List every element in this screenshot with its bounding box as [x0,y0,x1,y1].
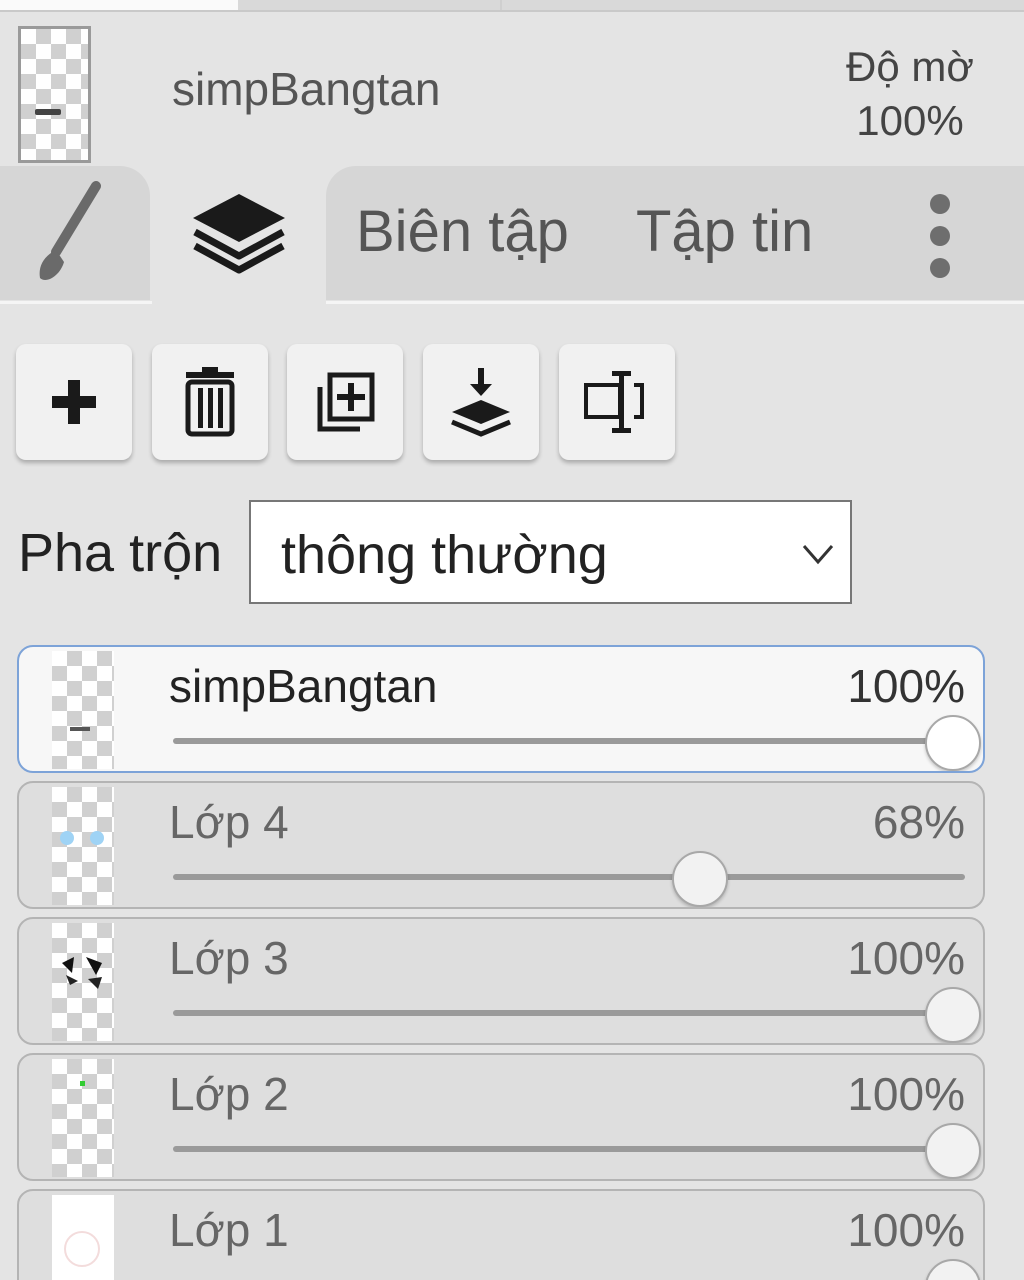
tab-file[interactable]: Tập tin [636,198,813,265]
layer-row-simpbangtan[interactable]: simpBangtan 100% [17,645,985,773]
opacity-slider-knob[interactable] [925,715,981,771]
chevron-down-icon [802,545,834,565]
opacity-slider-track[interactable] [173,738,965,744]
layer-name: Lớp 2 [169,1068,289,1120]
duplicate-layer-button[interactable] [287,344,403,460]
current-layer-thumbnail[interactable] [18,26,91,163]
layer-thumbnail [52,1059,114,1177]
layers-icon [193,194,285,274]
opacity-slider-track[interactable] [173,1146,965,1152]
top-strip-divider [500,0,502,10]
delete-layer-button[interactable] [152,344,268,460]
layer-opacity-value: 100% [847,1068,965,1120]
layer-opacity-value: 100% [847,932,965,984]
add-layer-button[interactable] [16,344,132,460]
opacity-value: 100% [856,97,964,144]
opacity-slider-track[interactable] [173,874,965,880]
layer-row-lop-2[interactable]: Lớp 2 100% [17,1053,985,1181]
layer-thumbnail [52,1195,114,1280]
thumbnail-mark [35,109,61,115]
layer-opacity-value: 68% [872,796,965,848]
merge-down-icon [451,368,511,437]
opacity-slider-knob[interactable] [925,1123,981,1179]
opacity-slider-track[interactable] [173,1010,965,1016]
top-strip [0,0,1024,12]
layer-name: Lớp 3 [169,932,289,984]
layer-name: simpBangtan [169,660,438,712]
duplicate-icon [317,372,375,432]
tab-brush[interactable] [0,166,150,300]
current-layer-name[interactable]: simpBangtan [172,62,441,116]
opacity-slider-knob[interactable] [671,851,728,907]
opacity-slider-knob[interactable] [925,1259,981,1280]
text-cursor-icon [584,371,644,433]
layer-row-lop-1[interactable]: Lớp 1 100% [17,1189,985,1280]
layer-name: Lớp 1 [169,1204,289,1256]
layer-thumbnail [52,787,114,905]
layer-thumbnail [52,651,114,769]
more-vertical-icon[interactable] [926,194,954,278]
layer-header: simpBangtan Độ mờ 100% [0,14,1024,164]
blend-mode-value: thông thường [281,525,608,585]
blend-mode-select[interactable]: thông thường [249,500,852,604]
opacity-label: Độ mờ [846,43,974,90]
add-icon [52,380,96,424]
layer-opacity-value: 100% [847,1204,965,1256]
layer-opacity-value: 100% [847,660,965,712]
layer-row-lop-3[interactable]: Lớp 3 100% [17,917,985,1045]
trash-icon [185,367,235,437]
top-strip-active-segment [0,0,238,10]
opacity-readout[interactable]: Độ mờ 100% [820,40,1000,148]
opacity-slider-knob[interactable] [925,987,981,1043]
merge-down-button[interactable] [423,344,539,460]
layer-thumbnail [52,923,114,1041]
text-layer-button[interactable] [559,344,675,460]
tab-bar: Biên tập Tập tin [0,166,1024,304]
tab-layers[interactable] [152,166,326,304]
layer-row-lop-4[interactable]: Lớp 4 68% [17,781,985,909]
brush-icon [39,181,101,281]
layer-name: Lớp 4 [169,796,289,848]
tab-edit[interactable]: Biên tập [356,198,569,265]
blend-mode-label: Pha trộn [18,523,223,583]
